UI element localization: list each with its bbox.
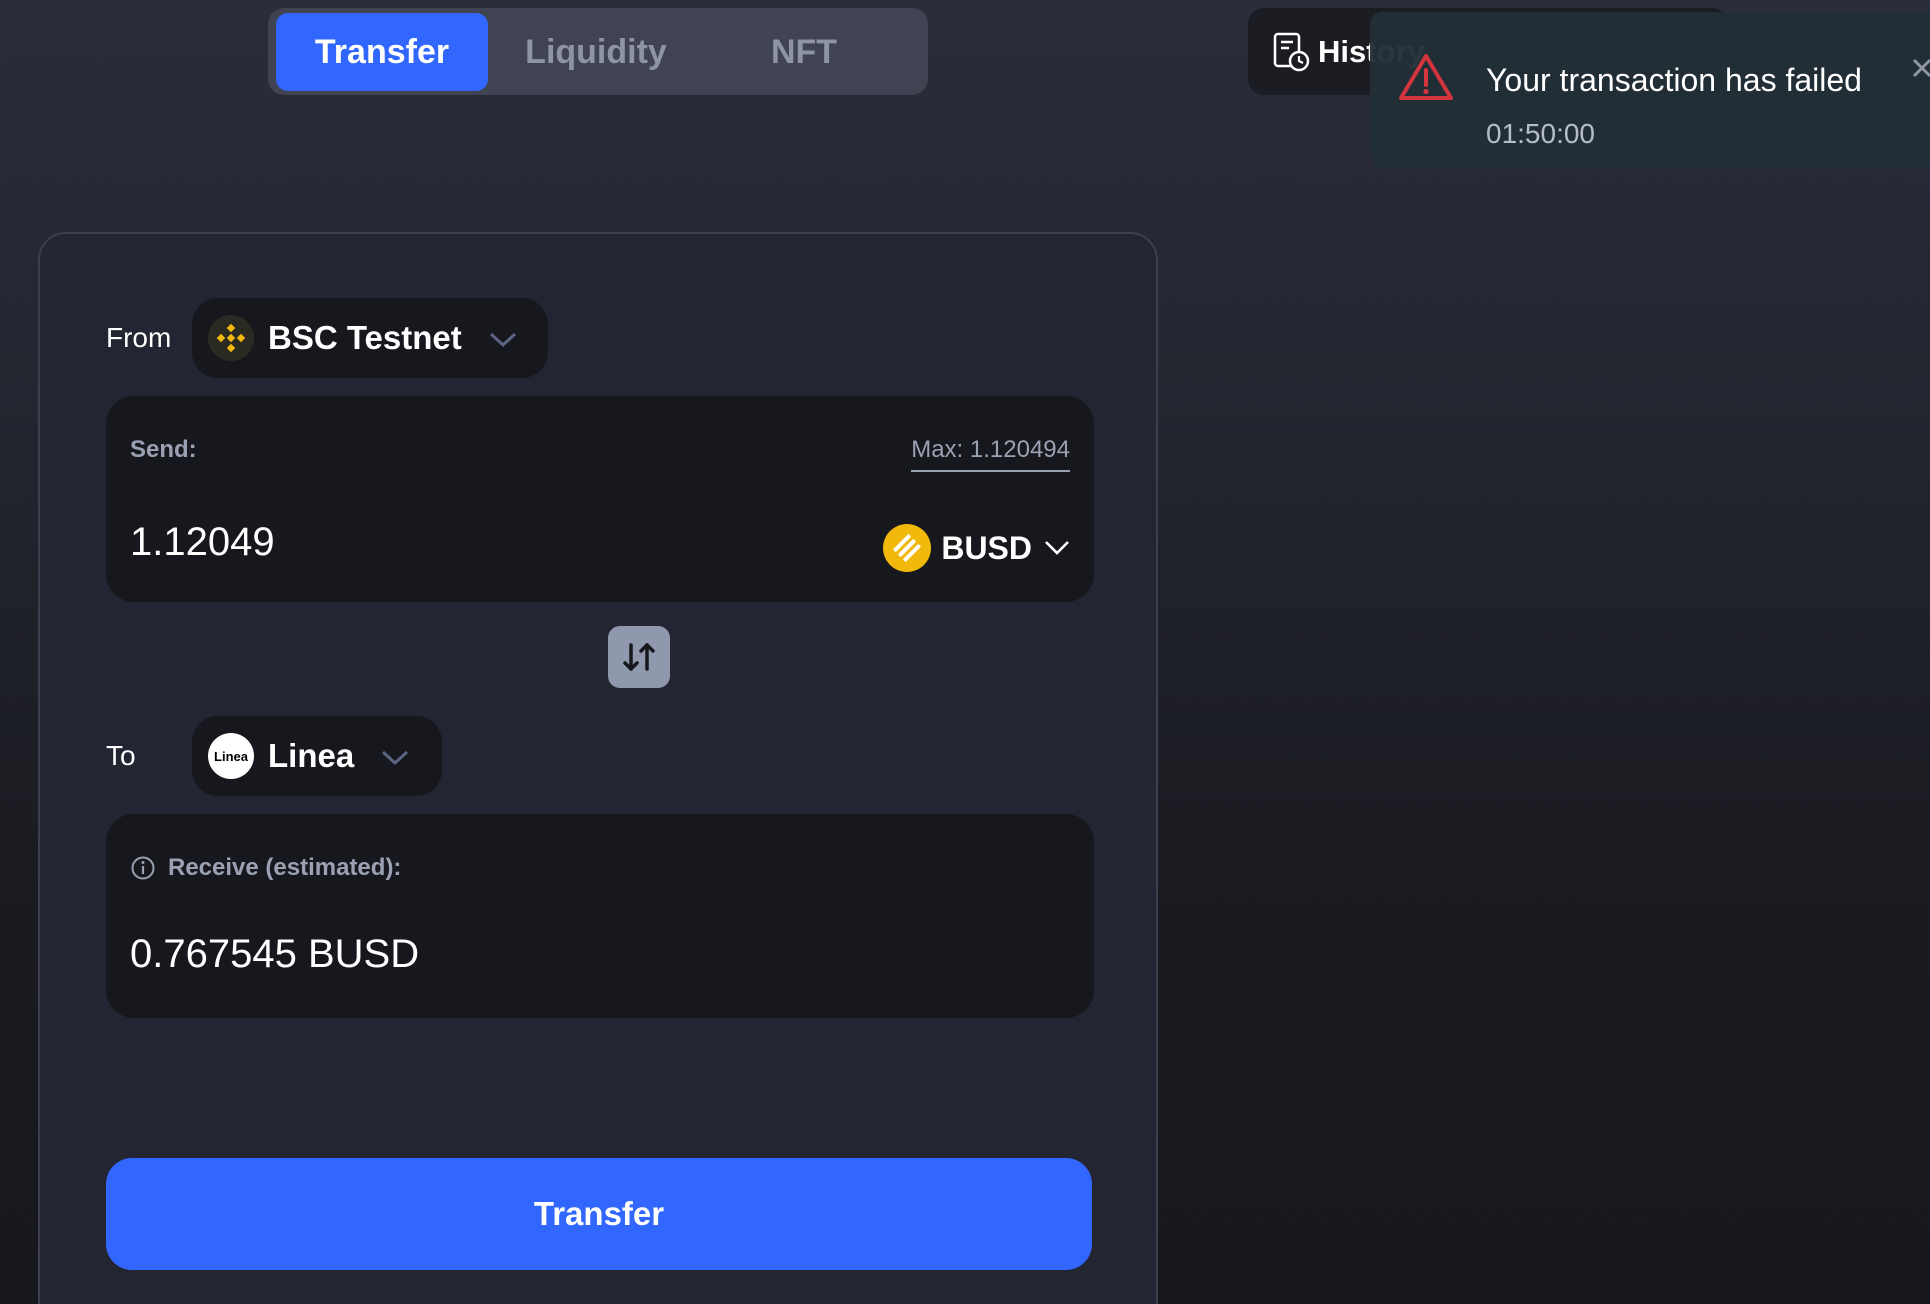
token-name: BUSD bbox=[941, 529, 1032, 566]
transfer-card: From BSC Testnet Send: Max: 1.120494 1.1… bbox=[38, 232, 1158, 1304]
transfer-button[interactable]: Transfer bbox=[106, 1158, 1092, 1270]
receive-label: Receive (estimated): bbox=[168, 854, 402, 881]
to-chain-select[interactable]: Linea Linea bbox=[192, 716, 442, 796]
chevron-down-icon bbox=[1045, 541, 1069, 555]
send-amount-input[interactable] bbox=[130, 514, 690, 570]
warning-triangle-icon bbox=[1399, 54, 1453, 100]
from-chain-name: BSC Testnet bbox=[268, 319, 462, 356]
from-label: From bbox=[106, 322, 172, 353]
tab-liquidity[interactable]: Liquidity bbox=[496, 13, 696, 91]
chevron-down-icon bbox=[489, 332, 517, 348]
tab-nft[interactable]: NFT bbox=[704, 13, 904, 91]
to-chain-name: Linea bbox=[268, 737, 355, 774]
swap-direction-button[interactable] bbox=[608, 626, 670, 688]
token-select[interactable]: BUSD bbox=[883, 524, 1070, 572]
send-label: Send: bbox=[130, 436, 197, 463]
info-icon[interactable] bbox=[130, 855, 156, 881]
tabs-bar: Transfer Liquidity NFT bbox=[268, 8, 928, 95]
bnb-chain-icon bbox=[208, 315, 254, 361]
max-button[interactable]: Max: 1.120494 bbox=[911, 436, 1070, 472]
linea-logo-text: Linea bbox=[214, 748, 248, 764]
to-label: To bbox=[106, 740, 136, 771]
swap-arrows-icon bbox=[623, 643, 655, 671]
linea-icon: Linea bbox=[208, 733, 254, 779]
tab-transfer[interactable]: Transfer bbox=[276, 13, 488, 91]
receive-value: 0.767545 BUSD bbox=[130, 932, 420, 976]
toast-time: 01:50:00 bbox=[1486, 118, 1595, 149]
from-chain-select[interactable]: BSC Testnet bbox=[192, 298, 548, 378]
toast-title: Your transaction has failed bbox=[1486, 62, 1862, 98]
receive-box: Receive (estimated): 0.767545 BUSD bbox=[106, 814, 1094, 1018]
close-icon[interactable] bbox=[1910, 56, 1930, 80]
receive-label-row: Receive (estimated): bbox=[130, 854, 401, 882]
send-box: Send: Max: 1.120494 BUSD bbox=[106, 396, 1094, 602]
error-toast: Your transaction has failed 01:50:00 bbox=[1370, 12, 1930, 167]
history-icon bbox=[1273, 32, 1310, 72]
busd-icon bbox=[883, 524, 932, 572]
chevron-down-icon bbox=[381, 750, 409, 766]
